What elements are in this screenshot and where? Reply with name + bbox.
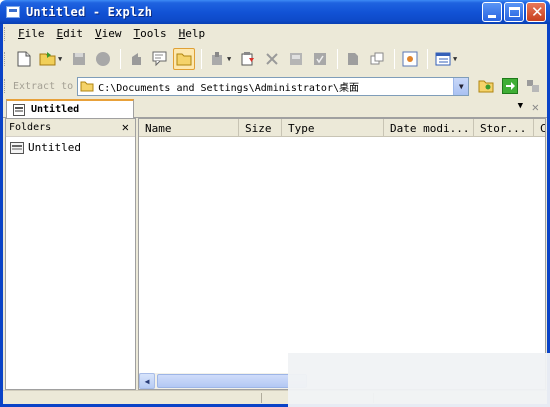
tab-close-icon[interactable]: ✕ bbox=[532, 100, 539, 114]
menu-tools[interactable]: Tools bbox=[129, 27, 174, 40]
minimize-button[interactable] bbox=[482, 2, 502, 22]
view-mode-button[interactable] bbox=[432, 48, 454, 70]
save-button[interactable] bbox=[68, 48, 90, 70]
column-extra[interactable]: C bbox=[534, 119, 545, 137]
addressbar-grip[interactable] bbox=[4, 79, 7, 93]
close-button[interactable]: ✕ bbox=[526, 2, 546, 22]
column-storage[interactable]: Stor... bbox=[474, 119, 534, 137]
column-headers: Name Size Type Date modi... Stor... C bbox=[139, 119, 545, 137]
scroll-thumb[interactable] bbox=[157, 374, 307, 388]
extract-path-value: C:\Documents and Settings\Administrator\… bbox=[98, 82, 359, 94]
view-mode-dropdown-arrow[interactable]: ▼ bbox=[453, 55, 461, 63]
extract-path-combobox[interactable]: C:\Documents and Settings\Administrator\… bbox=[77, 76, 470, 96]
tree-item-label: Untitled bbox=[28, 141, 81, 154]
folders-pane: Folders ✕ Untitled bbox=[5, 118, 136, 390]
maximize-icon bbox=[509, 7, 520, 17]
folders-title: Folders bbox=[9, 122, 52, 133]
file-list-pane: Name Size Type Date modi... Stor... C ◀ bbox=[138, 118, 546, 390]
convert-icon bbox=[348, 52, 358, 65]
delete-x-icon bbox=[266, 52, 278, 65]
new-archive-button[interactable] bbox=[13, 48, 35, 70]
tree-item[interactable]: Untitled bbox=[6, 139, 135, 156]
folders-close-icon[interactable]: ✕ bbox=[122, 120, 129, 134]
close-icon: ✕ bbox=[531, 3, 544, 21]
comment-button[interactable] bbox=[149, 48, 171, 70]
stop-button[interactable] bbox=[92, 48, 114, 70]
toolbar-separator bbox=[427, 48, 428, 69]
toolbar-separator bbox=[394, 48, 395, 69]
compress-icon bbox=[212, 51, 222, 65]
go-arrow-icon bbox=[501, 78, 518, 94]
scroll-left-button[interactable]: ◀ bbox=[139, 373, 155, 389]
main-toolbar: ▼ ▼ ▼ bbox=[4, 45, 544, 72]
convert-button[interactable] bbox=[342, 48, 364, 70]
title-bar[interactable]: Untitled - Explzh ✕ bbox=[0, 0, 550, 24]
archive-tabs: Untitled ▼ ✕ bbox=[3, 99, 547, 118]
menu-view[interactable]: View bbox=[90, 27, 129, 40]
column-size[interactable]: Size bbox=[239, 119, 282, 137]
toolbar-separator bbox=[201, 48, 202, 69]
folder-view-button[interactable] bbox=[173, 47, 195, 70]
menu-help[interactable]: Help bbox=[174, 27, 213, 40]
open-button[interactable] bbox=[37, 48, 59, 70]
compress-dropdown-arrow[interactable]: ▼ bbox=[227, 55, 235, 63]
column-type[interactable]: Type bbox=[282, 119, 384, 137]
minimize-icon bbox=[488, 15, 496, 18]
menu-edit[interactable]: Edit bbox=[52, 27, 91, 40]
app-icon[interactable] bbox=[6, 6, 20, 18]
window-title: Untitled - Explzh bbox=[26, 5, 153, 19]
tab-list-dropdown[interactable]: ▼ bbox=[518, 101, 523, 111]
toolbar-grip[interactable] bbox=[4, 51, 7, 66]
new-file-icon bbox=[17, 51, 31, 66]
maximize-button[interactable] bbox=[504, 2, 524, 22]
extract-to-bar: Extract to C:\Documents and Settings\Adm… bbox=[4, 74, 546, 98]
go-extract-button[interactable] bbox=[499, 75, 521, 97]
folder-icon bbox=[80, 81, 94, 92]
path-dropdown-button[interactable]: ▼ bbox=[453, 77, 469, 95]
sfx-icon bbox=[370, 52, 384, 64]
open-dropdown-arrow[interactable]: ▼ bbox=[58, 55, 66, 63]
browse-folder-button[interactable] bbox=[475, 75, 497, 97]
test-icon bbox=[314, 52, 326, 65]
browse-folder-icon bbox=[478, 80, 494, 93]
menubar-grip[interactable] bbox=[4, 26, 7, 41]
view-mode-icon bbox=[435, 52, 451, 65]
floppy-icon bbox=[73, 52, 85, 65]
extract-options-button[interactable] bbox=[522, 75, 544, 97]
extract-icon bbox=[241, 51, 254, 65]
properties-button[interactable] bbox=[399, 48, 421, 70]
folder-icon bbox=[176, 53, 192, 65]
open-folder-icon bbox=[39, 51, 56, 65]
properties-icon bbox=[402, 51, 418, 66]
compress-button[interactable] bbox=[206, 48, 228, 70]
archive-icon bbox=[13, 103, 25, 116]
pointer-hand-icon bbox=[132, 52, 141, 65]
stop-circle-icon bbox=[96, 51, 110, 66]
extract-options-icon bbox=[527, 80, 540, 92]
column-name[interactable]: Name bbox=[139, 119, 239, 137]
window-controls: ✕ bbox=[482, 2, 546, 22]
view-icon bbox=[290, 52, 302, 65]
toolbar-separator bbox=[337, 48, 338, 69]
test-button[interactable] bbox=[309, 48, 331, 70]
toolbar-separator bbox=[120, 48, 121, 69]
menu-file[interactable]: File bbox=[13, 27, 52, 40]
menu-bar: File Edit View Tools Help bbox=[4, 24, 212, 43]
sfx-button[interactable] bbox=[366, 48, 388, 70]
tab-untitled[interactable]: Untitled bbox=[6, 99, 134, 118]
view-button[interactable] bbox=[285, 48, 307, 70]
column-date-modified[interactable]: Date modi... bbox=[384, 119, 474, 137]
extract-button[interactable] bbox=[237, 48, 259, 70]
tab-label: Untitled bbox=[31, 104, 80, 115]
comment-icon bbox=[152, 51, 167, 66]
extract-to-label: Extract to bbox=[12, 80, 74, 92]
watermark-area bbox=[288, 353, 550, 407]
back-button[interactable] bbox=[125, 48, 147, 70]
archive-icon bbox=[10, 141, 24, 154]
status-divider bbox=[261, 393, 262, 403]
delete-button[interactable] bbox=[261, 48, 283, 70]
folders-header: Folders ✕ bbox=[6, 119, 135, 137]
